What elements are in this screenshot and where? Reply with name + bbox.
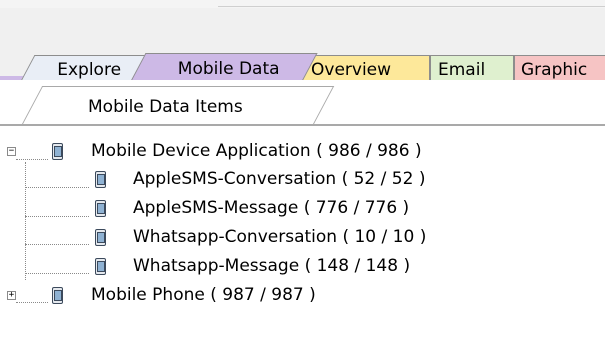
tree-branch-line (16, 302, 48, 303)
tab-explore-label: Explore (57, 60, 122, 80)
tab-bar: Explore Mobile Data Overview Email Graph… (0, 8, 605, 80)
tree-root-connector (25, 162, 26, 280)
tab-mobile-data-items-label: Mobile Data Items (88, 97, 243, 117)
top-strip (0, 0, 605, 8)
top-divider (218, 6, 605, 7)
collapse-toggle[interactable]: − (7, 147, 16, 156)
tree-node-mobile-device-application[interactable]: Mobile Device Application ( 986 / 986 ) (91, 139, 422, 163)
expand-toggle[interactable]: + (7, 291, 16, 300)
tree-node-applesms-conversation[interactable]: AppleSMS-Conversation ( 52 / 52 ) (133, 167, 425, 191)
tab-mobile-data-label: Mobile Data (177, 59, 280, 79)
tab-overview-label: Overview (311, 60, 392, 80)
tree-node-applesms-message[interactable]: AppleSMS-Message ( 776 / 776 ) (133, 196, 409, 220)
mobile-phone-icon (95, 171, 106, 188)
mobile-phone-icon (95, 258, 106, 275)
tab-graphic[interactable]: Graphic (514, 55, 605, 80)
tree-branch-line (25, 216, 89, 217)
mobile-phone-icon (52, 287, 63, 304)
mobile-data-tree: − Mobile Device Application ( 986 / 986 … (0, 130, 605, 341)
mobile-phone-icon (95, 229, 106, 246)
tree-branch-line (25, 273, 89, 274)
tree-node-whatsapp-conversation[interactable]: Whatsapp-Conversation ( 10 / 10 ) (133, 225, 426, 249)
mobile-phone-icon (95, 200, 106, 217)
tree-branch-line (16, 159, 48, 160)
tab-mobile-data[interactable]: Mobile Data (128, 53, 318, 80)
tab-email-label: Email (438, 60, 486, 80)
tree-node-mobile-phone[interactable]: Mobile Phone ( 987 / 987 ) (91, 283, 316, 307)
tree-node-whatsapp-message[interactable]: Whatsapp-Message ( 148 / 148 ) (133, 254, 410, 278)
tab-overview[interactable]: Overview (302, 55, 430, 80)
tree-branch-line (25, 187, 89, 188)
tree-branch-line (25, 244, 89, 245)
tab-graphic-label: Graphic (521, 60, 588, 80)
subtab-baseline (0, 124, 605, 126)
subtab-row: Mobile Data Items (0, 80, 605, 127)
tab-email[interactable]: Email (430, 55, 514, 80)
mobile-phone-icon (52, 143, 63, 160)
